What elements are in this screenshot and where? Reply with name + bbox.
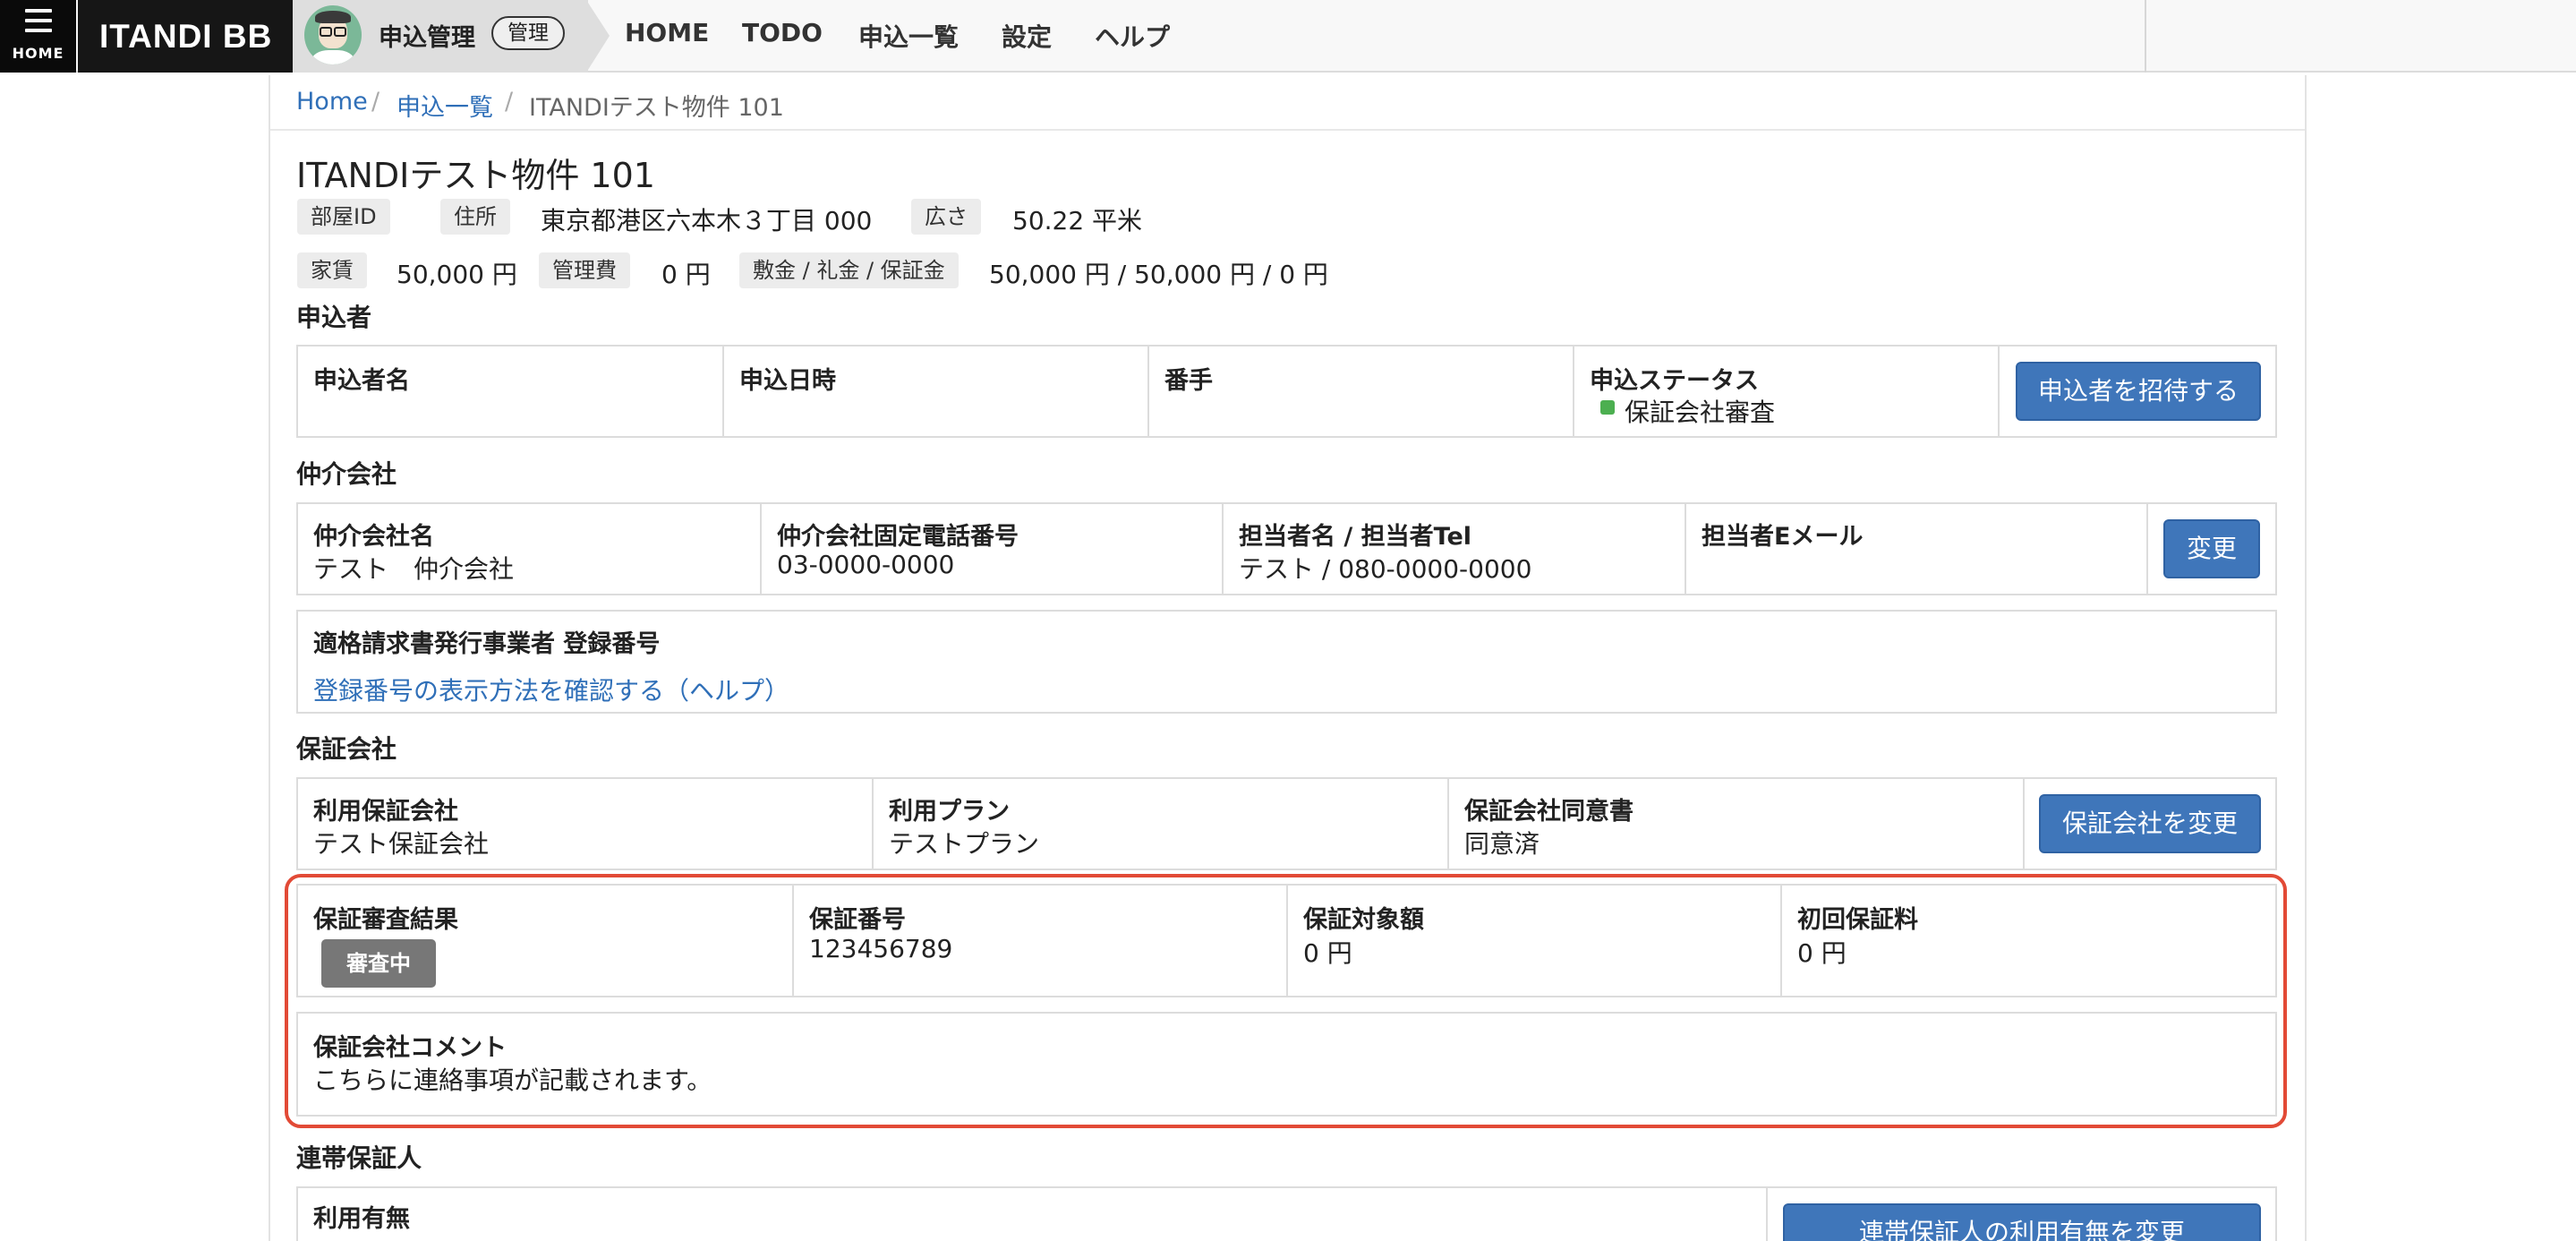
applicant-name-cell: 申込者名	[298, 347, 724, 436]
nav-home[interactable]: HOME	[625, 18, 709, 47]
breadcrumb-current: ITANDIテスト物件 101	[529, 94, 784, 122]
hamburger-menu-button[interactable]: HOME	[0, 0, 76, 73]
breadcrumb-home-link[interactable]: Home	[296, 88, 368, 116]
broker-phone-value: 03-0000-0000	[777, 550, 955, 579]
nav-settings[interactable]: 設定	[1002, 18, 1052, 54]
app-name: 申込管理	[379, 24, 475, 52]
guarantor-action-cell: 保証会社を変更	[2025, 779, 2277, 869]
breadcrumb: Home / 申込一覧 / ITANDIテスト物件 101	[270, 75, 2305, 131]
invite-applicant-button[interactable]: 申込者を招待する	[2016, 362, 2261, 421]
broker-table: 仲介会社名 テスト 仲介会社 仲介会社固定電話番号 03-0000-0000 担…	[296, 502, 2277, 595]
broker-staff-value: テスト / 080-0000-0000	[1239, 554, 1532, 584]
applicant-status-cell: 申込ステータス 保証会社審査	[1574, 347, 2000, 436]
invoice-help-link[interactable]: 登録番号の表示方法を確認する（ヘルプ）	[313, 672, 789, 707]
applicant-status-label: 申込ステータス	[1590, 367, 1759, 395]
joint-guarantor-usage-cell: 利用有無	[298, 1188, 1768, 1241]
rent-value: 50,000 円	[397, 260, 517, 289]
guarantor-plan-value: テストプラン	[889, 829, 1040, 859]
applicant-action-cell: 申込者を招待する	[2000, 347, 2277, 436]
guarantor-section-title: 保証会社	[296, 734, 397, 764]
broker-email-cell: 担当者Eメール	[1686, 504, 2148, 594]
guarantor-company-label: 利用保証会社	[313, 798, 458, 826]
applicant-table: 申込者名 申込日時 番手 申込ステータス 保証会社審査 申込者を招待する	[296, 345, 2277, 438]
avatar-icon	[304, 5, 362, 64]
applicant-name-label: 申込者名	[313, 367, 410, 395]
guarantor-company-cell: 利用保証会社 テスト保証会社	[298, 779, 874, 869]
joint-guarantor-table: 利用有無 連帯保証人の利用有無を変更	[296, 1186, 2277, 1241]
applicant-date-cell: 申込日時	[724, 347, 1149, 436]
brand-logo[interactable]: ITANDI BB	[78, 0, 293, 73]
highlight-annotation-frame	[285, 874, 2287, 1128]
applicant-date-label: 申込日時	[739, 367, 836, 395]
guarantor-plan-label: 利用プラン	[889, 798, 1010, 826]
broker-phone-label: 仲介会社固定電話番号	[777, 523, 1019, 551]
broker-section-title: 仲介会社	[296, 459, 397, 489]
guarantor-plan-cell: 利用プラン テストプラン	[874, 779, 1449, 869]
change-joint-guarantor-button[interactable]: 連帯保証人の利用有無を変更	[1783, 1203, 2261, 1241]
applicant-order-cell: 番手	[1149, 347, 1574, 436]
app-role-badge: 管理	[491, 16, 565, 50]
address-value: 東京都港区六本木３丁目 000	[541, 206, 873, 235]
nav-application-list[interactable]: 申込一覧	[858, 18, 959, 54]
status-dot-icon	[1600, 400, 1615, 415]
guarantor-company-table: 利用保証会社 テスト保証会社 利用プラン テストプラン 保証会社同意書 同意済 …	[296, 777, 2277, 870]
menu-home-label: HOME	[12, 45, 64, 62]
change-guarantor-button[interactable]: 保証会社を変更	[2039, 794, 2261, 853]
broker-name-label: 仲介会社名	[313, 523, 434, 551]
broker-email-label: 担当者Eメール	[1702, 523, 1864, 551]
applicant-order-label: 番手	[1164, 367, 1213, 395]
broker-staff-cell: 担当者名 / 担当者Tel テスト / 080-0000-0000	[1224, 504, 1686, 594]
invoice-registration-box: 適格請求書発行事業者 登録番号 登録番号の表示方法を確認する（ヘルプ）	[296, 610, 2277, 714]
broker-phone-cell: 仲介会社固定電話番号 03-0000-0000	[762, 504, 1224, 594]
mgmt-fee-tag: 管理費	[539, 252, 630, 288]
deposit-value: 50,000 円 / 50,000 円 / 0 円	[989, 260, 1328, 289]
breadcrumb-separator: /	[505, 88, 514, 116]
guarantor-company-value: テスト保証会社	[313, 829, 490, 859]
guarantor-consent-label: 保証会社同意書	[1464, 798, 1633, 826]
broker-name-cell: 仲介会社名 テスト 仲介会社	[298, 504, 762, 594]
broker-action-cell: 変更	[2148, 504, 2277, 594]
room-id-tag: 部屋ID	[297, 199, 390, 235]
joint-guarantor-usage-label: 利用有無	[313, 1205, 410, 1233]
address-tag: 住所	[440, 199, 510, 235]
nav-todo[interactable]: TODO	[742, 18, 823, 47]
guarantor-consent-cell: 保証会社同意書 同意済	[1449, 779, 2025, 869]
applicant-status-value: 保証会社審査	[1625, 398, 1776, 427]
app-switcher[interactable]: 申込管理 管理	[293, 0, 588, 73]
broker-staff-label: 担当者名 / 担当者Tel	[1239, 523, 1472, 551]
page-title: ITANDIテスト物件 101	[296, 156, 655, 195]
breadcrumb-list-link[interactable]: 申込一覧	[397, 88, 493, 123]
guarantor-consent-value: 同意済	[1464, 829, 1540, 859]
joint-guarantor-action-cell: 連帯保証人の利用有無を変更	[1768, 1188, 2277, 1241]
rent-tag: 家賃	[297, 252, 367, 288]
deposit-tag: 敷金 / 礼金 / 保証金	[739, 252, 959, 288]
navbar-divider	[2145, 0, 2146, 73]
top-navbar: HOME ITANDI BB 申込管理 管理 HOME TODO 申込一覧 設定…	[0, 0, 2576, 73]
area-tag: 広さ	[911, 199, 981, 235]
area-value: 50.22 平米	[1012, 206, 1143, 235]
invoice-registration-label: 適格請求書発行事業者 登録番号	[313, 630, 661, 658]
applicant-section-title: 申込者	[296, 303, 372, 332]
mgmt-fee-value: 0 円	[661, 260, 711, 289]
app-segment-arrow	[586, 0, 610, 73]
change-broker-button[interactable]: 変更	[2163, 519, 2260, 578]
hamburger-icon	[25, 9, 52, 39]
joint-guarantor-section-title: 連帯保証人	[296, 1143, 422, 1173]
breadcrumb-separator: /	[371, 88, 380, 116]
nav-help[interactable]: ヘルプ	[1095, 18, 1170, 54]
broker-name-value: テスト 仲介会社	[313, 554, 515, 584]
